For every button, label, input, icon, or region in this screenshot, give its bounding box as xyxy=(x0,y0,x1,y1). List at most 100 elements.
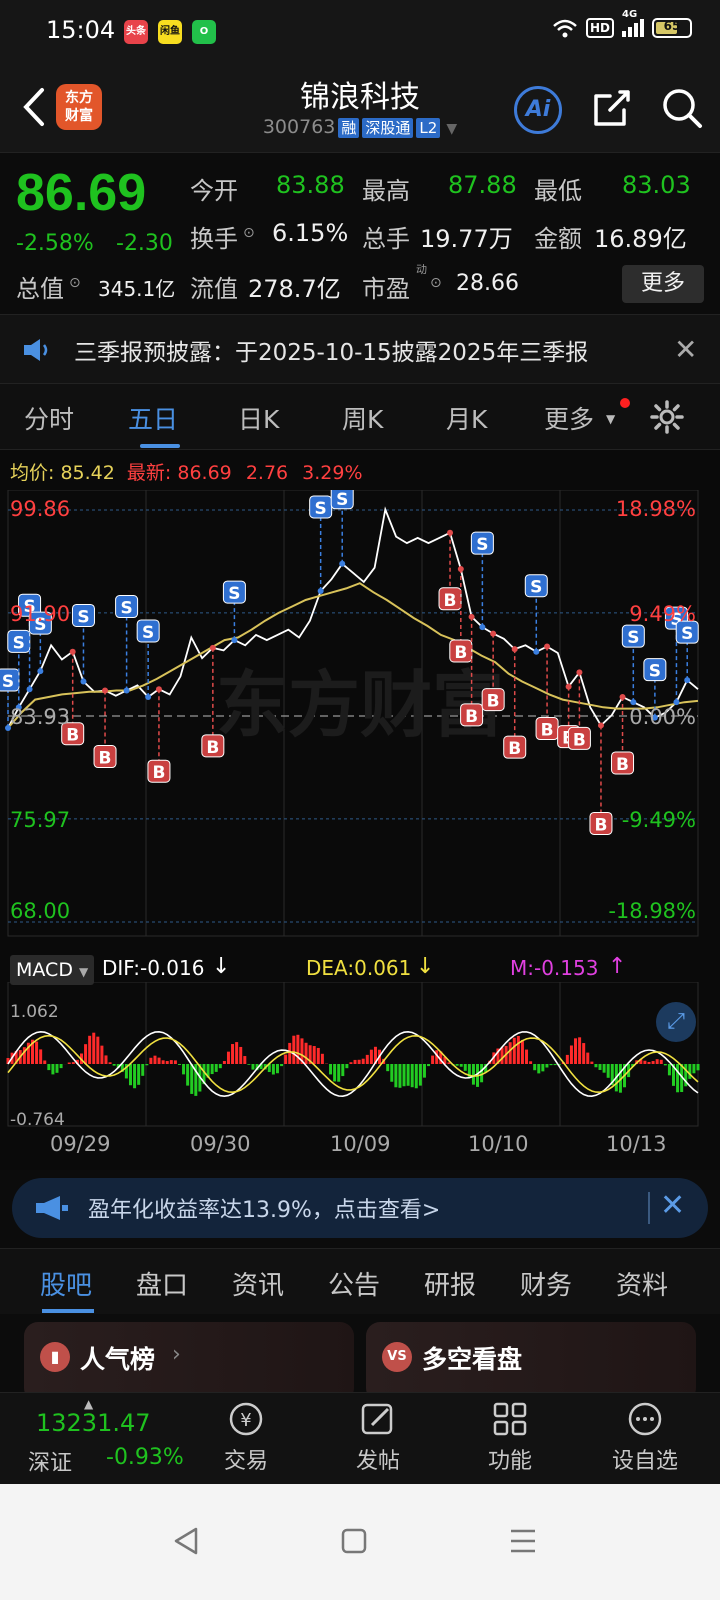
active-tab-indicator xyxy=(140,444,180,448)
close-icon[interactable]: ✕ xyxy=(674,333,697,366)
macd-bar xyxy=(422,1064,426,1078)
macd-bar xyxy=(51,1064,55,1075)
macd-bar xyxy=(369,1049,373,1064)
search-icon[interactable] xyxy=(660,86,704,130)
tab-order-book[interactable]: 盘口 xyxy=(136,1265,188,1302)
macd-bar xyxy=(565,1054,569,1064)
macd-bar xyxy=(222,1061,226,1064)
ai-button[interactable]: Ai xyxy=(514,86,562,134)
nav-functions[interactable]: 功能 xyxy=(470,1399,550,1475)
macd-bar xyxy=(667,1064,671,1076)
tab-forum[interactable]: 股吧 xyxy=(40,1265,92,1302)
card-title: 多空看盘 xyxy=(422,1345,523,1374)
sell-marker[interactable]: S xyxy=(524,574,548,598)
hd-badge: HD xyxy=(585,18,614,38)
bottom-nav: ▲ 13231.47 深证 -0.93% ¥ 交易 发帖 功能 设自选 xyxy=(0,1392,720,1484)
sell-marker[interactable]: S xyxy=(470,531,494,555)
y-axis-left-label: 75.97 xyxy=(10,808,70,832)
tab-profile[interactable]: 资料 xyxy=(616,1265,668,1302)
macd-bar xyxy=(500,1047,504,1064)
macd-bar xyxy=(43,1060,47,1064)
close-icon[interactable]: ✕ xyxy=(660,1188,685,1223)
svg-text:B: B xyxy=(616,755,629,775)
tab-five-day[interactable]: 五日 xyxy=(128,400,178,436)
buy-marker[interactable]: B xyxy=(449,639,473,663)
macd-bar xyxy=(67,1062,71,1064)
macd-bar xyxy=(659,1059,663,1064)
nav-add-watchlist[interactable]: 设自选 xyxy=(600,1399,690,1475)
macd-bar xyxy=(508,1042,512,1064)
nav-post[interactable]: 发帖 xyxy=(338,1399,418,1475)
tab-finance[interactable]: 财务 xyxy=(520,1265,572,1302)
info-icon[interactable]: ⊙ xyxy=(69,275,81,291)
macd-chart[interactable] xyxy=(0,982,720,1130)
expand-icon[interactable]: ⤢ xyxy=(656,1002,696,1042)
tab-monthly-k[interactable]: 月K xyxy=(446,400,487,436)
macd-bar xyxy=(251,1064,255,1070)
buy-marker[interactable]: B xyxy=(201,734,225,758)
macd-bar xyxy=(145,1064,149,1066)
buy-marker[interactable]: B xyxy=(438,587,462,611)
buy-marker[interactable]: B xyxy=(589,811,613,835)
y-axis-right-label: 0.00% xyxy=(629,705,696,729)
sell-marker[interactable]: S xyxy=(643,658,667,682)
svg-text:S: S xyxy=(142,623,154,643)
sell-marker[interactable]: S xyxy=(330,490,354,510)
latest-change: 2.76 xyxy=(245,462,289,484)
share-icon[interactable] xyxy=(590,86,634,130)
notice-bar[interactable]: 三季报预披露：于2025-10-15披露2025年三季报 ✕ xyxy=(0,314,720,384)
sell-marker[interactable]: S xyxy=(71,603,95,627)
sell-marker[interactable]: S xyxy=(309,495,333,519)
buy-marker[interactable]: B xyxy=(460,703,484,727)
long-short-card[interactable]: VS 多空看盘 xyxy=(366,1322,696,1402)
macd-bar xyxy=(578,1037,582,1064)
info-icon[interactable]: ⊙ xyxy=(243,225,255,241)
tab-weekly-k[interactable]: 周K xyxy=(342,400,383,436)
sell-marker[interactable]: S xyxy=(0,668,20,692)
y-axis-right-label: 9.49% xyxy=(629,602,696,626)
home-square-icon[interactable] xyxy=(340,1526,368,1556)
buy-marker[interactable]: B xyxy=(503,735,527,759)
buy-marker[interactable]: B xyxy=(567,726,591,750)
back-triangle-icon[interactable] xyxy=(172,1526,200,1556)
tab-daily-k[interactable]: 日K xyxy=(238,400,279,436)
tab-more[interactable]: 更多 xyxy=(544,400,594,436)
buy-marker[interactable]: B xyxy=(535,717,559,741)
macd-bar xyxy=(386,1064,390,1072)
tab-intraday[interactable]: 分时 xyxy=(24,400,74,436)
macd-bar xyxy=(292,1035,296,1064)
xianyu-app-icon: 闲鱼 xyxy=(158,20,182,44)
popularity-card[interactable]: ▮ 人气榜 › xyxy=(24,1322,354,1402)
sell-marker[interactable]: S xyxy=(621,624,645,648)
buy-marker[interactable]: B xyxy=(611,751,635,775)
buy-marker[interactable]: B xyxy=(481,688,505,712)
nav-trade[interactable]: ¥ 交易 xyxy=(206,1399,286,1475)
ad-banner[interactable]: 盈年化收益率达13.9%，点击查看> ✕ xyxy=(12,1178,708,1238)
buy-marker[interactable]: B xyxy=(147,759,171,783)
macd-bar xyxy=(647,1061,651,1064)
buy-marker[interactable]: B xyxy=(93,745,117,769)
pe-value: 28.66 xyxy=(456,271,519,296)
sell-marker[interactable]: S xyxy=(136,619,160,643)
tab-announcements[interactable]: 公告 xyxy=(328,1265,380,1302)
price-chart[interactable]: 东方财富 SSSSSSSSSSSSSSSSBBBBBBBBBBBBBB 99.8… xyxy=(0,490,720,940)
svg-text:S: S xyxy=(13,633,25,653)
status-bar: 15:04 头条 闲鱼 O HD 4G 65 xyxy=(0,0,720,64)
sell-marker[interactable]: S xyxy=(7,629,31,653)
settings-gear-icon[interactable] xyxy=(650,400,684,434)
info-icon[interactable]: ⊙ xyxy=(430,275,442,291)
index-value[interactable]: 13231.47 xyxy=(36,1409,151,1437)
indicator-select[interactable]: MACD ▼ xyxy=(10,955,95,985)
y-axis-left-label: 99.86 xyxy=(10,497,70,521)
macd-bar xyxy=(239,1046,243,1064)
more-quote-button[interactable]: 更多 xyxy=(622,265,704,303)
tab-research[interactable]: 研报 xyxy=(424,1265,476,1302)
notification-dot xyxy=(620,398,630,408)
macd-bar xyxy=(549,1064,553,1066)
sell-marker[interactable]: S xyxy=(222,580,246,604)
macd-bar xyxy=(92,1032,96,1064)
tab-news[interactable]: 资讯 xyxy=(232,1265,284,1302)
recents-menu-icon[interactable] xyxy=(508,1526,538,1556)
sell-marker[interactable]: S xyxy=(115,595,139,619)
macd-bar xyxy=(345,1064,349,1069)
